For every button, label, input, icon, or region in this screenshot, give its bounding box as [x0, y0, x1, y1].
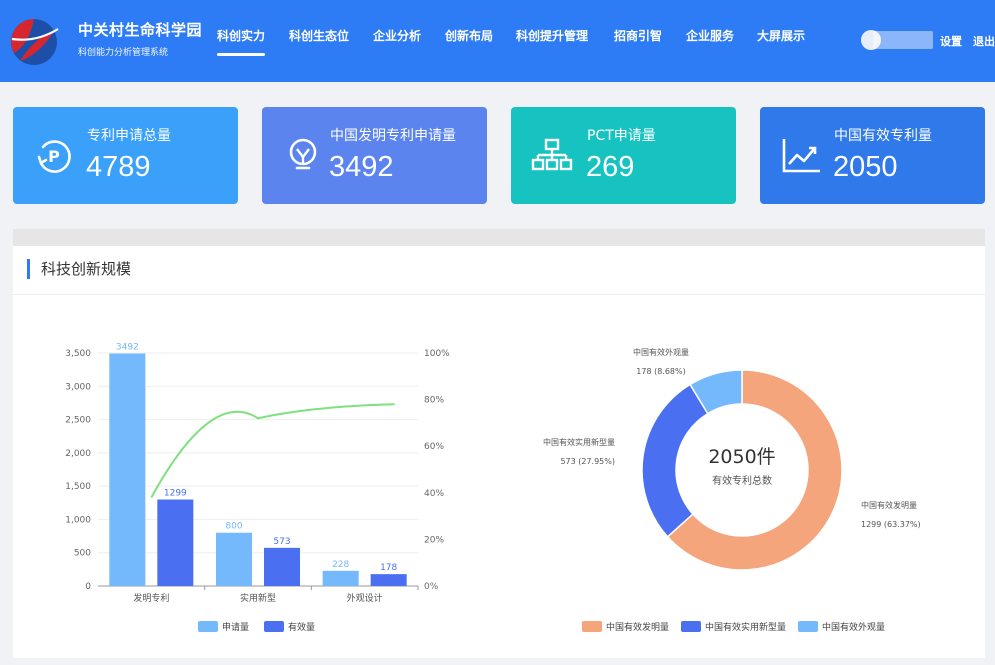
- trend-chart-icon: [782, 139, 820, 173]
- org-chart-icon: [531, 138, 573, 171]
- nav-item-qiye-fuwu[interactable]: 企业服务: [686, 27, 734, 44]
- user-name-redacted: [873, 31, 933, 49]
- nav-item-daping-zhanshi[interactable]: 大屏展示: [757, 27, 805, 44]
- stat-value: 2050: [833, 151, 898, 183]
- stat-card-invention-patent[interactable]: 中国发明专利申请量 3492: [262, 107, 487, 204]
- nav-item-kechuang-tisheng[interactable]: 科创提升管理: [516, 27, 588, 44]
- stat-label: 中国有效专利量: [834, 128, 932, 144]
- stat-label: PCT申请量: [587, 128, 656, 144]
- stat-value: 3492: [329, 151, 394, 183]
- svg-text:P: P: [48, 147, 60, 166]
- brand-subtitle: 科创能力分析管理系统: [78, 48, 169, 58]
- innovation-scale-panel: 科技创新规模: [13, 246, 985, 658]
- top-header: 中关村生命科学园 科创能力分析管理系统 科创实力 科创生态位 企业分析 创新布局…: [0, 0, 995, 82]
- brand: 中关村生命科学园 科创能力分析管理系统: [78, 19, 202, 58]
- panel-header: 科技创新规模: [13, 246, 985, 295]
- stat-card-patent-total[interactable]: P 专利申请总量 4789: [13, 107, 238, 204]
- nav-item-qiye-fenxi[interactable]: 企业分析: [373, 27, 421, 44]
- nav-item-chuangxin-buju[interactable]: 创新布局: [445, 27, 493, 44]
- stat-label: 中国发明专利申请量: [330, 128, 456, 144]
- stat-value: 269: [586, 151, 635, 183]
- lightbulb-icon: [289, 138, 317, 170]
- patent-p-icon: P: [37, 140, 71, 173]
- nav-item-kechuang-shili[interactable]: 科创实力: [217, 27, 266, 56]
- brand-title: 中关村生命科学园: [78, 21, 203, 39]
- stat-label: 专利申请总量: [87, 128, 171, 144]
- logo: [11, 19, 59, 65]
- stat-card-valid-patent[interactable]: 中国有效专利量 2050: [760, 107, 985, 204]
- settings-link[interactable]: 设置: [940, 33, 962, 49]
- logout-link[interactable]: 退出: [973, 33, 995, 49]
- stat-card-pct[interactable]: PCT申请量 269: [511, 107, 736, 204]
- panel-divider: [13, 229, 985, 246]
- nav-item-zhaoshang-yinzhi[interactable]: 招商引智: [614, 27, 662, 44]
- panel-title: 科技创新规模: [27, 259, 131, 279]
- stat-value: 4789: [86, 151, 151, 183]
- nav-item-kechuang-shengtaiwei[interactable]: 科创生态位: [289, 27, 349, 44]
